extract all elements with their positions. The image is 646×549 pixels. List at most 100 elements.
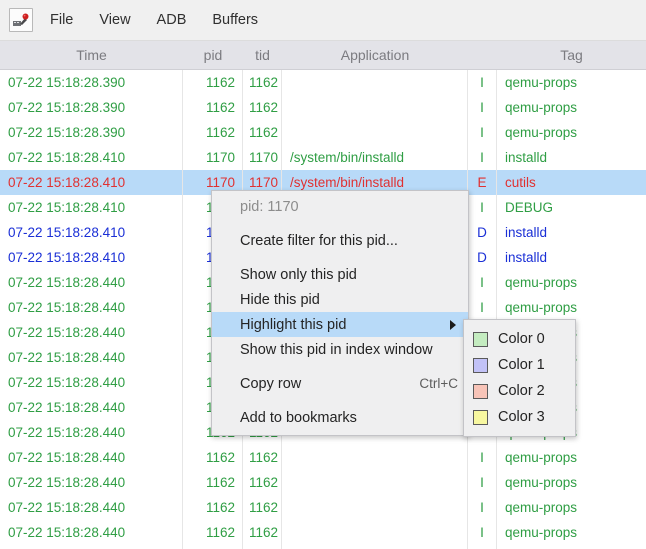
cell-pid: 1170	[183, 145, 243, 170]
cell-time: 07-22 15:18:28.410	[0, 170, 183, 195]
cell-tag: qemu-props	[505, 100, 578, 115]
cell-application: /system/bin/installd	[282, 145, 468, 170]
context-menu-spacer	[212, 396, 468, 405]
cell-level: I	[468, 195, 497, 220]
context-menu-item[interactable]: Create filter for this pid...	[212, 228, 468, 253]
cell-tag: qemu-props	[505, 525, 578, 540]
highlight-color-label: Color 0	[498, 331, 545, 347]
cell-time: 07-22 15:18:28.410	[0, 220, 183, 245]
highlight-color-option[interactable]: Color 0	[464, 326, 575, 352]
column-header-application[interactable]: Application	[282, 41, 468, 70]
cell-tag: qemu-props	[505, 75, 578, 90]
cell-time: 07-22 15:18:28.440	[0, 420, 183, 445]
highlight-color-option[interactable]: Color 1	[464, 352, 575, 378]
highlight-color-label: Color 3	[498, 409, 545, 425]
cell-tag: qemu-props	[505, 450, 578, 465]
table-row[interactable]: 07-22 15:18:28.390 1162 1162 Iqemu-props	[0, 120, 646, 145]
highlight-color-submenu[interactable]: Color 0 Color 1 Color 2 Color 3	[463, 319, 576, 437]
cell-time: 07-22 15:18:28.440	[0, 545, 183, 549]
menu-adb[interactable]: ADB	[148, 9, 196, 32]
cell-level: I	[468, 445, 497, 470]
context-menu-item[interactable]: Copy row Ctrl+C	[212, 371, 468, 396]
logcat-viewer-window: File View ADB Buffers Time pid tid Appli…	[0, 0, 646, 549]
color-swatch-icon	[473, 409, 488, 425]
cell-time: 07-22 15:18:28.440	[0, 495, 183, 520]
cell-time: 07-22 15:18:28.390	[0, 120, 183, 145]
context-menu-item-label: Show this pid in index window	[240, 341, 433, 358]
context-menu-item[interactable]: Show this pid in index window	[212, 337, 468, 362]
cell-tid: 1162	[243, 545, 282, 549]
cell-time: 07-22 15:18:28.440	[0, 395, 183, 420]
cell-level: I	[468, 145, 497, 170]
app-logo-glyph	[13, 13, 29, 26]
cell-tid: 1162	[243, 470, 282, 495]
context-menu-item-label: Add to bookmarks	[240, 409, 357, 426]
highlight-color-option[interactable]: Color 2	[464, 378, 575, 404]
context-menu-item-label: Create filter for this pid...	[240, 232, 398, 249]
cell-application	[282, 545, 468, 549]
cell-time: 07-22 15:18:28.410	[0, 145, 183, 170]
cell-time: 07-22 15:18:28.410	[0, 245, 183, 270]
column-header-pid[interactable]: pid	[183, 41, 243, 70]
context-menu-item-label: Copy row	[240, 375, 302, 392]
cell-tag: qemu-props	[497, 545, 646, 549]
menu-buffers[interactable]: Buffers	[203, 9, 267, 32]
cell-tag: qemu-props	[505, 275, 578, 290]
context-menu-items: Create filter for this pid... Show only t…	[212, 219, 468, 430]
cell-tag: installd	[505, 250, 548, 265]
app-icon[interactable]	[9, 8, 33, 32]
cell-pid: 1162	[183, 545, 243, 549]
highlight-color-label: Color 1	[498, 357, 545, 373]
table-column-headers: Time pid tid Application Tag	[0, 41, 646, 70]
cell-application	[282, 520, 468, 545]
cell-time: 07-22 15:18:28.440	[0, 445, 183, 470]
cell-pid: 1162	[183, 520, 243, 545]
cell-level: E	[468, 170, 497, 195]
cell-level: I	[468, 120, 497, 145]
cell-level: I	[468, 545, 497, 549]
table-row[interactable]: 07-22 15:18:28.44011621162Iqemu-props	[0, 545, 646, 549]
pid-context-menu[interactable]: pid: 1170 Create filter for this pid... S…	[211, 190, 469, 436]
menu-file[interactable]: File	[41, 9, 82, 32]
table-row[interactable]: 07-22 15:18:28.41011701170/system/bin/in…	[0, 145, 646, 170]
cell-tid: 1162	[243, 495, 282, 520]
cell-tag: qemu-props	[505, 300, 578, 315]
highlight-color-option[interactable]: Color 3	[464, 404, 575, 430]
cell-tid: 1162	[243, 70, 282, 95]
table-row[interactable]: 07-22 15:18:28.44011621162Iqemu-props	[0, 445, 646, 470]
table-row[interactable]: 07-22 15:18:28.44011621162Iqemu-props	[0, 470, 646, 495]
column-header-time[interactable]: Time	[0, 41, 183, 70]
cell-time: 07-22 15:18:28.390	[0, 70, 183, 95]
table-row[interactable]: 07-22 15:18:28.44011621162Iqemu-props	[0, 495, 646, 520]
cell-application	[282, 495, 468, 520]
context-menu-item[interactable]: Highlight this pid	[212, 312, 468, 337]
context-menu-item[interactable]: Add to bookmarks	[212, 405, 468, 430]
context-menu-spacer	[212, 362, 468, 371]
cell-tag: qemu-props	[505, 475, 578, 490]
table-row[interactable]: 07-22 15:18:28.390 1162 1162 Iqemu-props	[0, 70, 646, 95]
cell-tag: installd	[505, 150, 548, 165]
context-menu-spacer	[212, 253, 468, 262]
cell-tag: installd	[505, 225, 548, 240]
table-row[interactable]: 07-22 15:18:28.44011621162Iqemu-props	[0, 520, 646, 545]
color-swatch-icon	[473, 357, 488, 373]
cell-time: 07-22 15:18:28.390	[0, 95, 183, 120]
menu-view[interactable]: View	[90, 9, 139, 32]
cell-pid: 1162	[183, 470, 243, 495]
cell-time: 07-22 15:18:28.440	[0, 295, 183, 320]
table-row[interactable]: 07-22 15:18:28.390 1162 1162 Iqemu-props	[0, 95, 646, 120]
column-header-tag[interactable]: Tag	[497, 41, 646, 70]
cell-level: D	[468, 220, 497, 245]
context-menu-item[interactable]: Hide this pid	[212, 287, 468, 312]
context-menu-item[interactable]: Show only this pid	[212, 262, 468, 287]
column-header-level[interactable]	[468, 41, 497, 70]
chevron-right-icon	[450, 319, 456, 330]
cell-application	[282, 70, 468, 95]
cell-level: I	[468, 295, 497, 320]
cell-pid: 1162	[183, 120, 243, 145]
column-header-tid[interactable]: tid	[243, 41, 282, 70]
cell-time: 07-22 15:18:28.410	[0, 195, 183, 220]
cell-time: 07-22 15:18:28.440	[0, 345, 183, 370]
cell-application	[282, 95, 468, 120]
cell-application	[282, 445, 468, 470]
